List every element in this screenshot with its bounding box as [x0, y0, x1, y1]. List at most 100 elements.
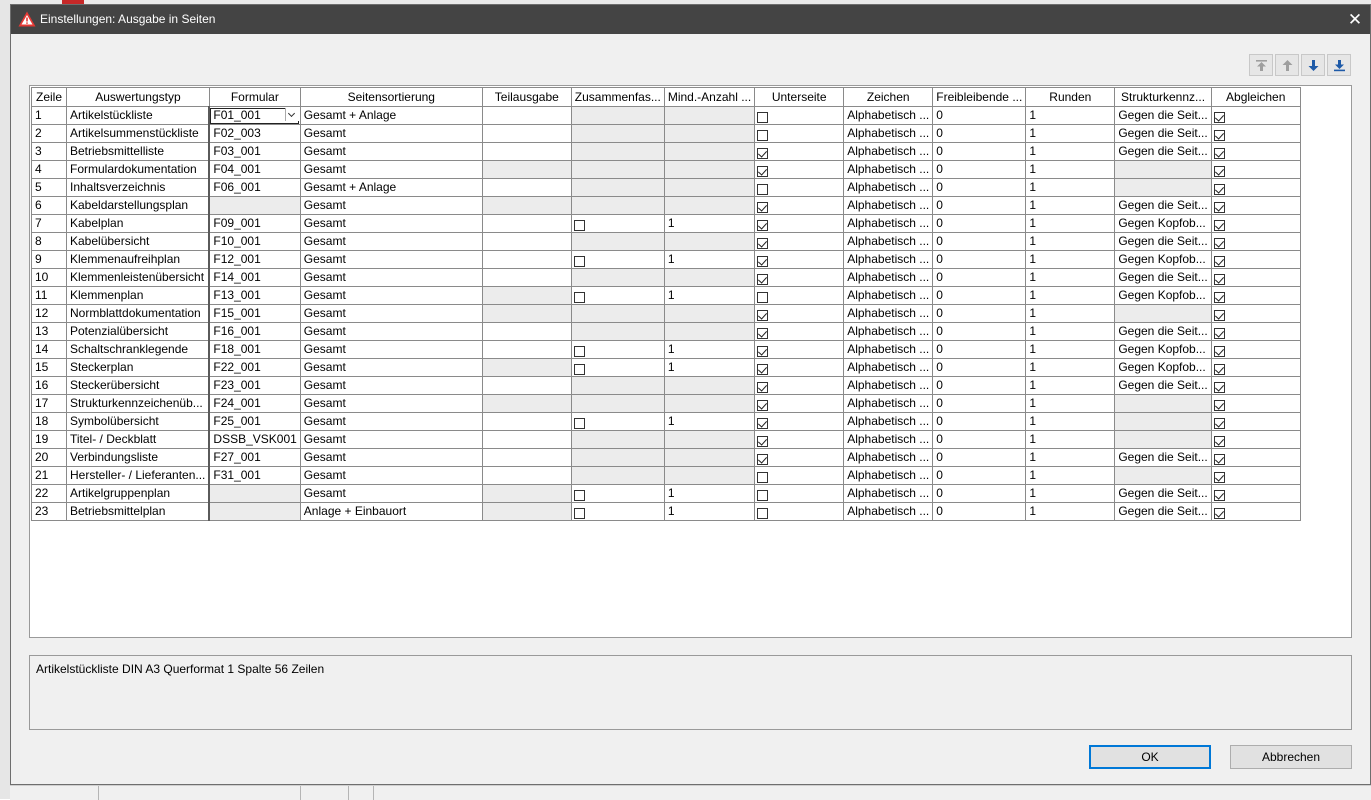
combine-cell[interactable] [570, 412, 665, 431]
sync-cell[interactable] [1210, 394, 1301, 413]
structure-id-cell[interactable]: Gegen Kopfob... [1114, 358, 1212, 377]
rounding-cell[interactable]: 1 [1025, 106, 1116, 125]
form-cell[interactable]: F27_001 [208, 448, 301, 467]
sync-checkbox[interactable] [1213, 418, 1225, 430]
combine-cell[interactable] [570, 502, 665, 521]
sync-cell[interactable] [1210, 124, 1301, 143]
rounding-cell[interactable]: 1 [1025, 142, 1116, 161]
evaluation-type-cell[interactable]: Inhaltsverzeichnis [66, 178, 211, 197]
sync-checkbox[interactable] [1213, 400, 1225, 412]
table-row[interactable]: 11 Klemmenplan F13_001 Gesamt 1 Alphabetisch … [31, 286, 1301, 305]
partial-output-cell[interactable] [481, 232, 572, 251]
free-lines-cell[interactable]: 0 [932, 214, 1027, 233]
page-sorting-cell[interactable]: Gesamt [299, 232, 483, 251]
sync-checkbox[interactable] [1213, 382, 1225, 394]
evaluation-type-cell[interactable]: Symbolübersicht [66, 412, 211, 431]
sync-checkbox[interactable] [1213, 436, 1225, 448]
subpage-cell[interactable] [754, 142, 845, 161]
subpage-checkbox[interactable] [757, 148, 769, 160]
evaluation-type-cell[interactable]: Betriebsmittelplan [66, 502, 211, 521]
characters-cell[interactable]: Alphabetisch ... [843, 286, 934, 305]
page-sorting-cell[interactable]: Gesamt [299, 214, 483, 233]
combine-cell[interactable] [570, 286, 665, 305]
partial-output-cell[interactable] [481, 250, 572, 269]
characters-cell[interactable]: Alphabetisch ... [843, 484, 934, 503]
structure-id-cell[interactable]: Gegen Kopfob... [1114, 214, 1212, 233]
free-lines-cell[interactable]: 0 [932, 448, 1027, 467]
subpage-checkbox[interactable] [757, 400, 769, 412]
sync-checkbox[interactable] [1213, 328, 1225, 340]
column-header[interactable]: Zeichen [843, 87, 934, 107]
column-header[interactable]: Zeile [31, 87, 67, 107]
form-cell[interactable]: F10_001 [208, 232, 301, 251]
combine-cell[interactable] [570, 214, 665, 233]
rounding-cell[interactable]: 1 [1025, 484, 1116, 503]
subpage-checkbox[interactable] [757, 292, 769, 304]
partial-output-cell[interactable] [481, 466, 572, 485]
sync-cell[interactable] [1210, 178, 1301, 197]
page-sorting-cell[interactable]: Gesamt + Anlage [299, 106, 483, 125]
subpage-cell[interactable] [754, 304, 845, 323]
partial-output-cell[interactable] [481, 178, 572, 197]
subpage-checkbox[interactable] [757, 112, 769, 124]
subpage-checkbox[interactable] [757, 328, 769, 340]
sync-checkbox[interactable] [1213, 130, 1225, 142]
combine-checkbox[interactable] [573, 220, 585, 232]
form-cell[interactable]: F31_001 [208, 466, 301, 485]
combine-cell[interactable] [570, 484, 665, 503]
sync-cell[interactable] [1210, 340, 1301, 359]
combine-cell[interactable] [570, 250, 665, 269]
evaluation-type-cell[interactable]: Kabeldarstellungsplan [66, 196, 211, 215]
page-sorting-cell[interactable]: Gesamt [299, 484, 483, 503]
partial-output-cell[interactable] [481, 340, 572, 359]
form-cell[interactable]: F12_001 [208, 250, 301, 269]
form-cell[interactable]: F01_001 [208, 106, 301, 125]
table-row[interactable]: 10 Klemmenleistenübersicht F14_001 Gesamt Al… [31, 268, 1301, 287]
combine-checkbox[interactable] [573, 292, 585, 304]
combine-cell[interactable] [570, 340, 665, 359]
characters-cell[interactable]: Alphabetisch ... [843, 466, 934, 485]
partial-output-cell[interactable] [481, 214, 572, 233]
characters-cell[interactable]: Alphabetisch ... [843, 502, 934, 521]
subpage-cell[interactable] [754, 466, 845, 485]
title-bar[interactable]: Einstellungen: Ausgabe in Seiten ✕ [11, 5, 1370, 34]
partial-output-cell[interactable] [481, 430, 572, 449]
combine-checkbox[interactable] [573, 490, 585, 502]
evaluation-type-cell[interactable]: Hersteller- / Lieferanten... [66, 466, 211, 485]
column-header[interactable]: Strukturkennz... [1114, 87, 1212, 107]
table-row[interactable]: 17 Strukturkennzeichenüb... F24_001 Gesamt A… [31, 394, 1301, 413]
subpage-checkbox[interactable] [757, 202, 769, 214]
subpage-checkbox[interactable] [757, 436, 769, 448]
table-row[interactable]: 13 Potenzialübersicht F16_001 Gesamt Alphabe… [31, 322, 1301, 341]
sync-cell[interactable] [1210, 142, 1301, 161]
subpage-cell[interactable] [754, 286, 845, 305]
characters-cell[interactable]: Alphabetisch ... [843, 304, 934, 323]
free-lines-cell[interactable]: 0 [932, 124, 1027, 143]
sync-checkbox[interactable] [1213, 238, 1225, 250]
rounding-cell[interactable]: 1 [1025, 304, 1116, 323]
form-cell[interactable]: F02_003 [208, 124, 301, 143]
subpage-checkbox[interactable] [757, 220, 769, 232]
free-lines-cell[interactable]: 0 [932, 484, 1027, 503]
sync-cell[interactable] [1210, 106, 1301, 125]
free-lines-cell[interactable]: 0 [932, 430, 1027, 449]
subpage-checkbox[interactable] [757, 130, 769, 142]
subpage-cell[interactable] [754, 232, 845, 251]
min-count-cell[interactable]: 1 [663, 250, 756, 269]
structure-id-cell[interactable]: Gegen die Seit... [1114, 232, 1212, 251]
table-row[interactable]: 15 Steckerplan F22_001 Gesamt 1 Alphabetisch … [31, 358, 1301, 377]
page-sorting-cell[interactable]: Gesamt [299, 394, 483, 413]
move-bottom-button[interactable] [1327, 54, 1351, 76]
column-header[interactable]: Unterseite [754, 87, 845, 107]
page-sorting-cell[interactable]: Gesamt [299, 304, 483, 323]
structure-id-cell[interactable]: Gegen die Seit... [1114, 268, 1212, 287]
evaluation-type-cell[interactable]: Kabelplan [66, 214, 211, 233]
min-count-cell[interactable]: 1 [663, 412, 756, 431]
table-row[interactable]: 18 Symbolübersicht F25_001 Gesamt 1 Alphabeti… [31, 412, 1301, 431]
subpage-cell[interactable] [754, 376, 845, 395]
subpage-cell[interactable] [754, 340, 845, 359]
form-cell[interactable] [208, 484, 301, 503]
sync-cell[interactable] [1210, 304, 1301, 323]
characters-cell[interactable]: Alphabetisch ... [843, 214, 934, 233]
subpage-cell[interactable] [754, 178, 845, 197]
